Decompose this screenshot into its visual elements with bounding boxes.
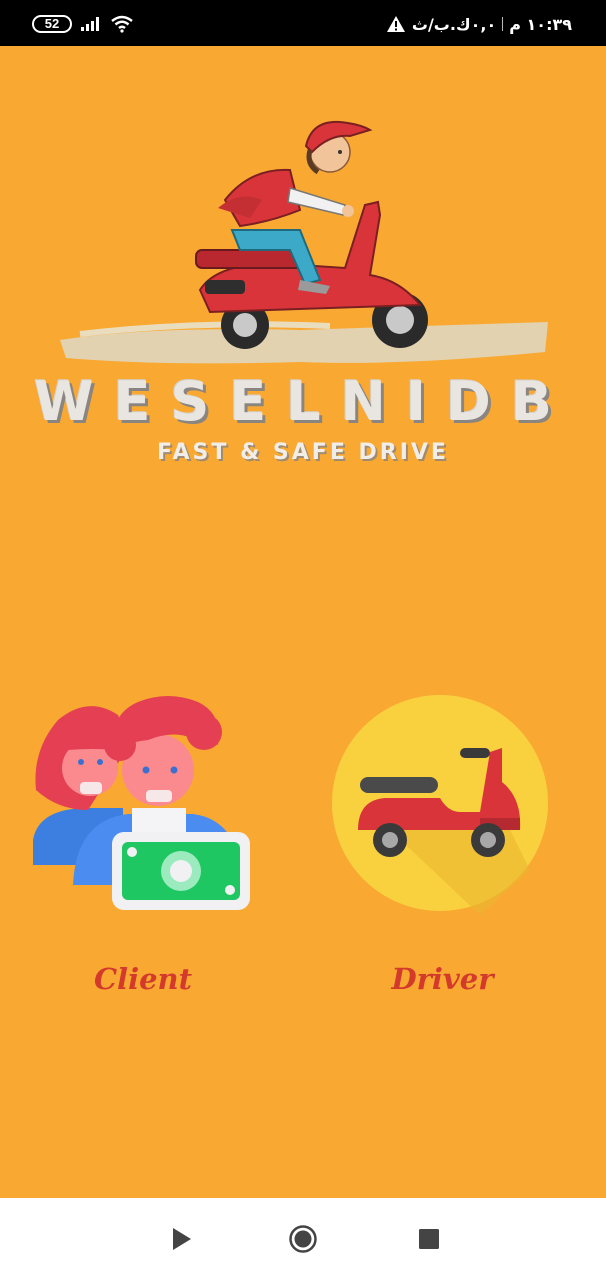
warning-icon [386, 16, 405, 32]
wifi-icon [111, 15, 133, 33]
clock-text: ١٠:٣٩ م [509, 14, 572, 34]
battery-indicator: 52 [32, 15, 72, 33]
signal-icon [81, 17, 99, 31]
scooter-rider-illustration [60, 120, 548, 364]
driver-option[interactable]: Driver [330, 690, 555, 1010]
app-logo: WESELNIDB FAST & SAFE DRIVE [0, 90, 606, 480]
driver-scooter-icon [332, 695, 548, 915]
status-bar: 52 ١٠:٣٩ م ٠,٠ك.ب/ث [0, 0, 606, 46]
recents-icon[interactable] [414, 1224, 444, 1254]
status-separator [502, 17, 504, 31]
client-icon [33, 696, 250, 910]
battery-level: 52 [44, 16, 60, 31]
driver-label: Driver [391, 962, 494, 996]
client-label: Client [93, 962, 193, 996]
brand-tagline: FAST & SAFE DRIVE [157, 440, 449, 465]
home-icon[interactable] [288, 1224, 318, 1254]
brand-name: WESELNIDB [34, 370, 572, 433]
navigation-bar [0, 1198, 606, 1280]
client-option[interactable]: Client [28, 690, 258, 1010]
network-speed-text: ٠,٠ك.ب/ث [411, 14, 497, 34]
back-icon[interactable] [166, 1224, 196, 1254]
